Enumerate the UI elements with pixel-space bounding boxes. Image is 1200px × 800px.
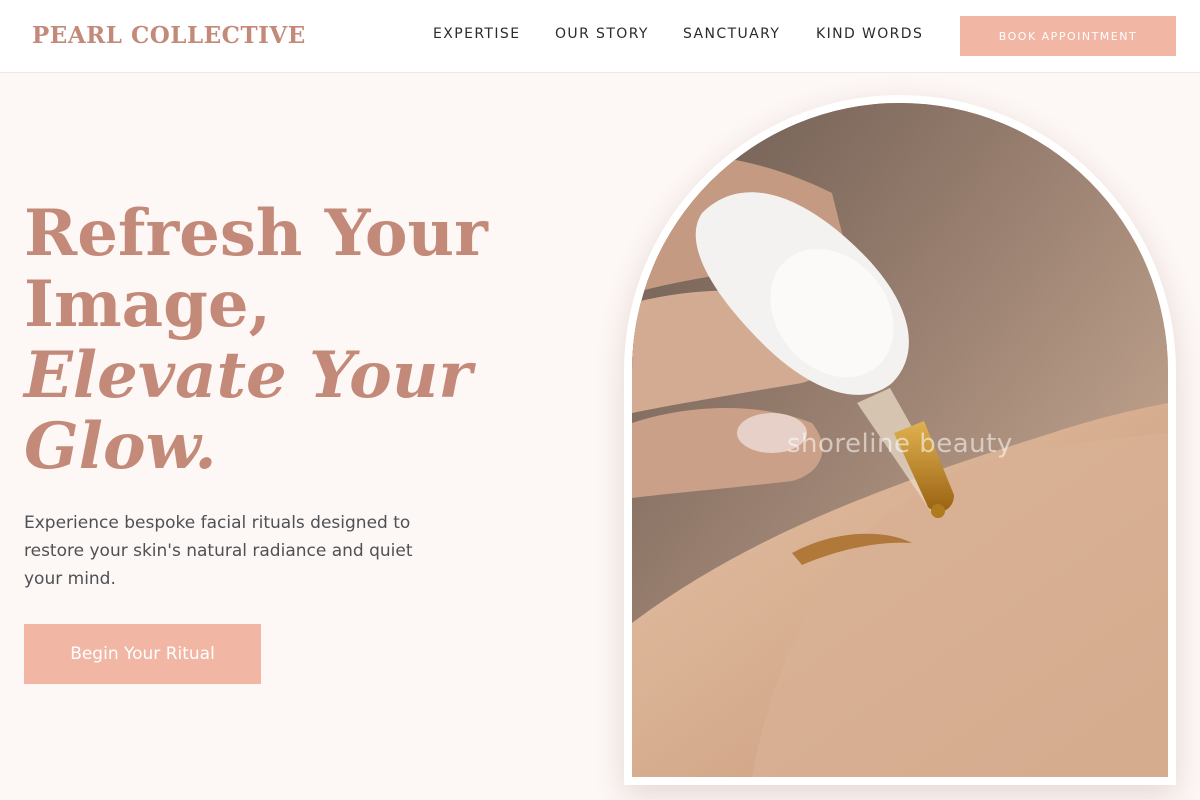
brand-logo[interactable]: PEARL COLLECTIVE	[32, 22, 306, 49]
nav-item-expertise[interactable]: EXPERTISE	[433, 26, 520, 42]
hero-title-line-2: Image,	[24, 267, 271, 342]
nav-item-our-story[interactable]: OUR STORY	[555, 26, 649, 42]
begin-ritual-button[interactable]: Begin Your Ritual	[24, 624, 261, 684]
hero-description: Experience bespoke facial rituals design…	[24, 513, 413, 589]
book-appointment-button[interactable]: BOOK APPOINTMENT	[960, 16, 1176, 56]
image-watermark: shoreline beauty	[787, 429, 1013, 459]
hero-title-line-1: Refresh Your	[24, 196, 488, 271]
nav-item-sanctuary[interactable]: SANCTUARY	[683, 26, 780, 42]
hero-title-line-4: Glow.	[24, 409, 217, 484]
nav-item-kind-words[interactable]: KIND WORDS	[816, 26, 923, 42]
hero-image: shoreline beauty	[632, 103, 1168, 777]
hero-title: Refresh Your Image, Elevate Your Glow.	[24, 198, 584, 482]
hero-title-line-3: Elevate Your	[24, 338, 473, 413]
site-header: PEARL COLLECTIVE EXPERTISE OUR STORY SAN…	[0, 0, 1200, 73]
